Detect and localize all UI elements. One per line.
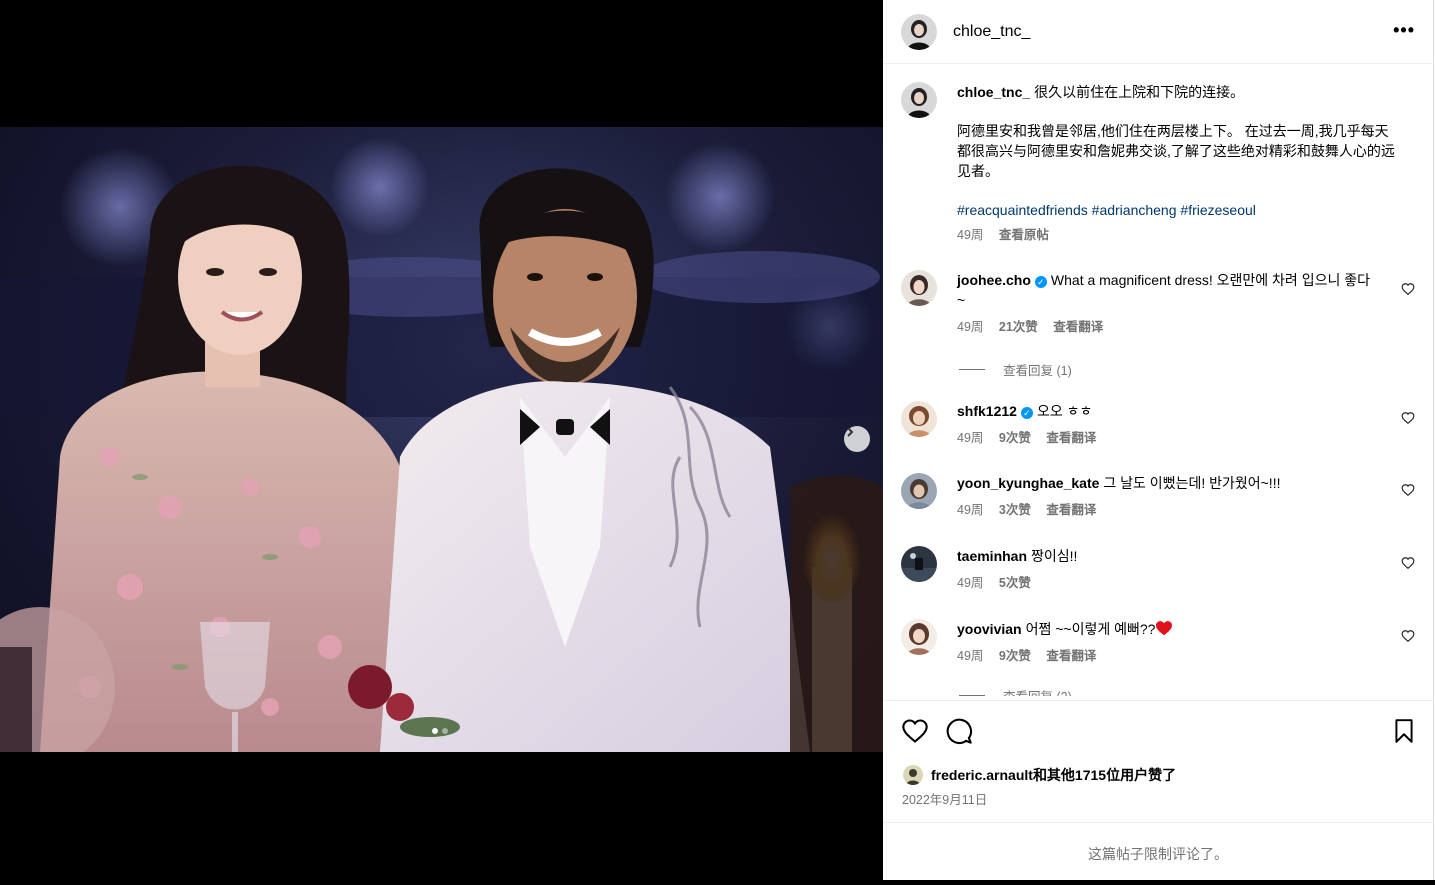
carousel-indicator xyxy=(432,728,448,734)
comment-username[interactable]: joohee.cho xyxy=(957,272,1031,288)
caption-paragraph: 阿德里安和我曾是邻居,他们住在两层楼上下。 在过去一周,我几乎每天都很高兴与阿德… xyxy=(957,123,1395,179)
comment-likes[interactable]: 9次赞 xyxy=(999,431,1031,445)
carousel-dot xyxy=(442,728,448,734)
translate-link[interactable]: 查看翻译 xyxy=(1053,320,1103,334)
caption-avatar[interactable] xyxy=(901,82,937,118)
comment-avatar[interactable] xyxy=(901,473,937,509)
view-replies-label: 查看回复 (1) xyxy=(1003,364,1072,378)
comment-username[interactable]: yoovivian xyxy=(957,621,1022,637)
view-original-link[interactable]: 查看原帖 xyxy=(999,228,1049,242)
comment-text: 어쩜 ~~이렇게 예뻐?? xyxy=(1025,621,1156,637)
comment-text: 짱이심!! xyxy=(1031,548,1078,564)
replies-divider xyxy=(959,369,985,370)
liker-username[interactable]: frederic.arnault xyxy=(931,767,1033,783)
liker-avatar[interactable] xyxy=(903,765,923,785)
carousel-next-button[interactable] xyxy=(844,426,870,452)
comment-avatar[interactable] xyxy=(901,619,937,655)
translate-link[interactable]: 查看翻译 xyxy=(1046,649,1096,663)
like-heart-icon[interactable] xyxy=(901,717,929,745)
comments-list: chloe_tnc_ 很久以前住在上院和下院的连接。 阿德里安和我曾是邻居,他们住… xyxy=(883,64,1433,696)
heart-icon[interactable] xyxy=(1401,556,1415,570)
comment-text: 그 날도 이뻤는데! 반가웠어~!!! xyxy=(1103,475,1281,491)
author-avatar[interactable] xyxy=(901,13,937,50)
translate-link[interactable]: 查看翻译 xyxy=(1046,431,1096,445)
carousel-dot-active xyxy=(432,728,438,734)
comment-avatar[interactable] xyxy=(901,401,937,437)
comment-time[interactable]: 49周 xyxy=(957,320,983,334)
view-replies-link[interactable]: 查看回复 (1) xyxy=(959,360,1072,379)
post-media xyxy=(0,0,883,880)
comment-icon[interactable] xyxy=(945,717,973,745)
translate-link[interactable]: 查看翻译 xyxy=(1046,503,1096,517)
comment-text: 오오 ㅎㅎ xyxy=(1036,403,1093,419)
heart-icon[interactable] xyxy=(1401,282,1415,296)
comment-time[interactable]: 49周 xyxy=(957,503,983,517)
comment-avatar[interactable] xyxy=(901,270,937,306)
verified-icon: ✓ xyxy=(1020,407,1033,419)
replies-divider xyxy=(959,695,985,696)
likes-summary[interactable]: frederic.arnault 和其他1715位用户赞了 xyxy=(903,765,1176,785)
post-actions: frederic.arnault 和其他1715位用户赞了 2022年9月11日 xyxy=(883,700,1433,821)
heart-icon[interactable] xyxy=(1401,483,1415,497)
post-side-panel: chloe_tnc_ ••• chloe_tnc_ 很久以前住在上院和下院的连接。… xyxy=(883,0,1433,880)
view-replies-label: 查看回复 (2) xyxy=(1003,686,1072,696)
comment-likes[interactable]: 21次赞 xyxy=(999,320,1038,334)
heart-icon[interactable] xyxy=(1401,411,1415,425)
comment-username[interactable]: taeminhan xyxy=(957,548,1027,564)
heart-icon[interactable] xyxy=(1401,629,1415,643)
red-heart-emoji-icon xyxy=(1156,621,1173,636)
caption-line1: 很久以前住在上院和下院的连接。 xyxy=(1034,84,1245,100)
more-icon[interactable]: ••• xyxy=(1393,20,1415,41)
comment-username[interactable]: yoon_kyunghae_kate xyxy=(957,475,1099,491)
chevron-right-icon xyxy=(847,427,854,437)
comment-time[interactable]: 49周 xyxy=(957,576,983,590)
hashtag-link[interactable]: #reacquaintedfriends xyxy=(957,202,1088,218)
post-header: chloe_tnc_ ••• xyxy=(883,0,1433,64)
comments-limited-notice: 这篇帖子限制评论了。 xyxy=(883,822,1433,881)
likes-text[interactable]: 和其他1715位用户赞了 xyxy=(1033,765,1176,785)
comment-likes[interactable]: 3次赞 xyxy=(999,503,1031,517)
caption-time[interactable]: 49周 xyxy=(957,228,983,242)
comment-avatar[interactable] xyxy=(901,546,937,582)
comment-time[interactable]: 49周 xyxy=(957,649,983,663)
hashtag-link[interactable]: #friezeseoul xyxy=(1180,202,1256,218)
verified-icon: ✓ xyxy=(1034,276,1047,288)
comment-likes[interactable]: 5次赞 xyxy=(999,576,1031,590)
comment-time[interactable]: 49周 xyxy=(957,431,983,445)
post-date[interactable]: 2022年9月11日 xyxy=(902,789,987,808)
bookmark-icon[interactable] xyxy=(1391,717,1417,745)
caption-username[interactable]: chloe_tnc_ xyxy=(957,84,1030,100)
comment-likes[interactable]: 9次赞 xyxy=(999,649,1031,663)
hashtag-link[interactable]: #adriancheng xyxy=(1092,202,1177,218)
comment-username[interactable]: shfk1212 xyxy=(957,403,1017,419)
view-replies-link[interactable]: 查看回复 (2) xyxy=(959,686,1072,696)
author-username[interactable]: chloe_tnc_ xyxy=(953,23,1030,41)
photo-illustration xyxy=(0,137,883,752)
post-photo[interactable] xyxy=(0,127,883,752)
